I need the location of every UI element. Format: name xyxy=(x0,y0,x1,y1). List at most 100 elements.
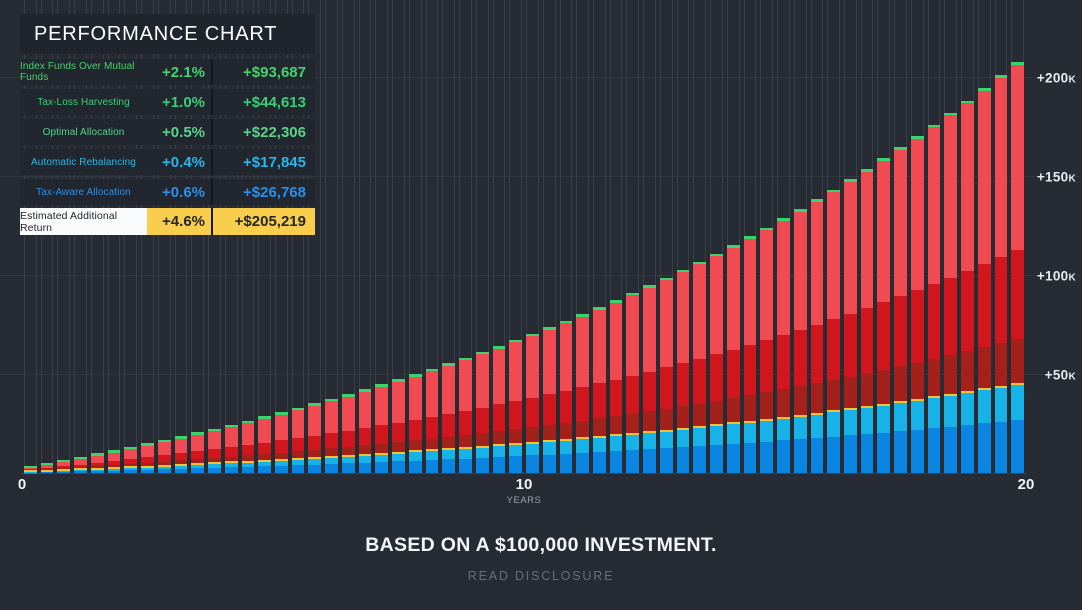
bar-slot[interactable] xyxy=(859,0,876,473)
segment-tax-loss-harvesting xyxy=(509,401,522,429)
stacked-bar xyxy=(258,416,271,473)
bar-slot[interactable] xyxy=(875,0,892,473)
bar-slot[interactable] xyxy=(842,0,859,473)
segment-tax-loss-harvesting xyxy=(861,308,874,373)
segment-tax-loss-harvesting xyxy=(794,330,807,386)
segment-optimal-allocation xyxy=(794,386,807,414)
bar-slot[interactable] xyxy=(742,0,759,473)
bar-slot[interactable] xyxy=(457,0,474,473)
bar-slot[interactable] xyxy=(574,0,591,473)
segment-tax-aware-allocation xyxy=(308,465,321,473)
bar-slot[interactable] xyxy=(608,0,625,473)
bar-slot[interactable] xyxy=(976,0,993,473)
bar-slot[interactable] xyxy=(474,0,491,473)
bar-slot[interactable] xyxy=(1009,0,1026,473)
bar-slot[interactable] xyxy=(926,0,943,473)
segment-optimal-allocation xyxy=(543,425,556,440)
bar-slot[interactable] xyxy=(591,0,608,473)
read-disclosure-link[interactable]: READ DISCLOSURE xyxy=(0,569,1082,583)
bar-slot[interactable] xyxy=(725,0,742,473)
segment-tax-aware-allocation xyxy=(1011,420,1024,473)
stacked-bar xyxy=(292,408,305,473)
bar-slot[interactable] xyxy=(758,0,775,473)
bar-slot[interactable] xyxy=(541,0,558,473)
segment-tax-aware-allocation xyxy=(827,437,840,473)
segment-optimal-allocation xyxy=(710,401,723,424)
segment-automatic-rebalancing xyxy=(877,406,890,433)
segment-optimal-allocation xyxy=(442,437,455,448)
segment-tax-aware-allocation xyxy=(693,446,706,473)
bar-slot[interactable] xyxy=(624,0,641,473)
segment-index-funds-over-mutual-funds xyxy=(827,192,840,319)
legend-row-value: +$93,687 xyxy=(211,59,315,85)
segment-tax-loss-harvesting xyxy=(459,411,472,435)
segment-automatic-rebalancing xyxy=(459,449,472,459)
legend-total-row: Estimated Additional Return +4.6% +$205,… xyxy=(20,208,315,235)
bar-slot[interactable] xyxy=(641,0,658,473)
legend-panel: PERFORMANCE CHART Index Funds Over Mutua… xyxy=(20,14,315,235)
stacked-bar xyxy=(693,262,706,473)
stacked-bar xyxy=(543,327,556,473)
bar-slot[interactable] xyxy=(993,0,1010,473)
bar-slot[interactable] xyxy=(558,0,575,473)
stacked-bar xyxy=(191,432,204,473)
segment-tax-aware-allocation xyxy=(626,450,639,473)
legend-row: Tax-Aware Allocation+0.6%+$26,768 xyxy=(20,179,315,205)
bar-slot[interactable] xyxy=(340,0,357,473)
bar-slot[interactable] xyxy=(507,0,524,473)
segment-tax-aware-allocation xyxy=(175,469,188,473)
segment-index-funds-over-mutual-funds xyxy=(861,172,874,309)
bar-slot[interactable] xyxy=(792,0,809,473)
stacked-bar xyxy=(593,307,606,473)
segment-optimal-allocation xyxy=(459,435,472,447)
bar-slot[interactable] xyxy=(390,0,407,473)
segment-optimal-allocation xyxy=(526,427,539,442)
bar-slot[interactable] xyxy=(658,0,675,473)
bar-slot[interactable] xyxy=(491,0,508,473)
segment-tax-loss-harvesting xyxy=(894,296,907,366)
segment-tax-loss-harvesting xyxy=(476,408,489,433)
stacked-bar xyxy=(158,440,171,473)
bar-slot[interactable] xyxy=(691,0,708,473)
bar-slot[interactable] xyxy=(775,0,792,473)
segment-tax-aware-allocation xyxy=(158,469,171,473)
bar-slot[interactable] xyxy=(959,0,976,473)
segment-automatic-rebalancing xyxy=(861,408,874,434)
segment-optimal-allocation xyxy=(308,450,321,457)
segment-index-funds-over-mutual-funds xyxy=(944,115,957,277)
segment-tax-loss-harvesting xyxy=(392,423,405,442)
segment-index-funds-over-mutual-funds xyxy=(844,182,857,314)
bar-slot[interactable] xyxy=(675,0,692,473)
segment-automatic-rebalancing xyxy=(693,428,706,446)
bar-slot[interactable] xyxy=(909,0,926,473)
segment-index-funds-over-mutual-funds xyxy=(242,423,255,445)
segment-tax-loss-harvesting xyxy=(995,257,1008,342)
segment-index-funds-over-mutual-funds xyxy=(526,336,539,398)
bar-slot[interactable] xyxy=(942,0,959,473)
segment-index-funds-over-mutual-funds xyxy=(794,212,807,330)
segment-tax-aware-allocation xyxy=(342,463,355,473)
segment-automatic-rebalancing xyxy=(710,426,723,445)
total-row-value: +$205,219 xyxy=(211,208,315,235)
bar-slot[interactable] xyxy=(424,0,441,473)
bar-slot[interactable] xyxy=(407,0,424,473)
segment-index-funds-over-mutual-funds xyxy=(509,342,522,401)
bar-slot[interactable] xyxy=(892,0,909,473)
segment-tax-aware-allocation xyxy=(191,468,204,473)
segment-optimal-allocation xyxy=(325,448,338,456)
bar-slot[interactable] xyxy=(825,0,842,473)
bar-slot[interactable] xyxy=(524,0,541,473)
legend-rows: Index Funds Over Mutual Funds+2.1%+$93,6… xyxy=(20,59,315,205)
bar-slot[interactable] xyxy=(708,0,725,473)
segment-tax-loss-harvesting xyxy=(777,335,790,389)
segment-automatic-rebalancing xyxy=(827,412,840,436)
legend-row: Index Funds Over Mutual Funds+2.1%+$93,6… xyxy=(20,59,315,85)
bar-slot[interactable] xyxy=(440,0,457,473)
bar-slot[interactable] xyxy=(809,0,826,473)
bar-slot[interactable] xyxy=(323,0,340,473)
bar-slot[interactable] xyxy=(357,0,374,473)
segment-index-funds-over-mutual-funds xyxy=(191,435,204,452)
segment-optimal-allocation xyxy=(928,359,941,396)
segment-tax-loss-harvesting xyxy=(258,443,271,454)
bar-slot[interactable] xyxy=(373,0,390,473)
